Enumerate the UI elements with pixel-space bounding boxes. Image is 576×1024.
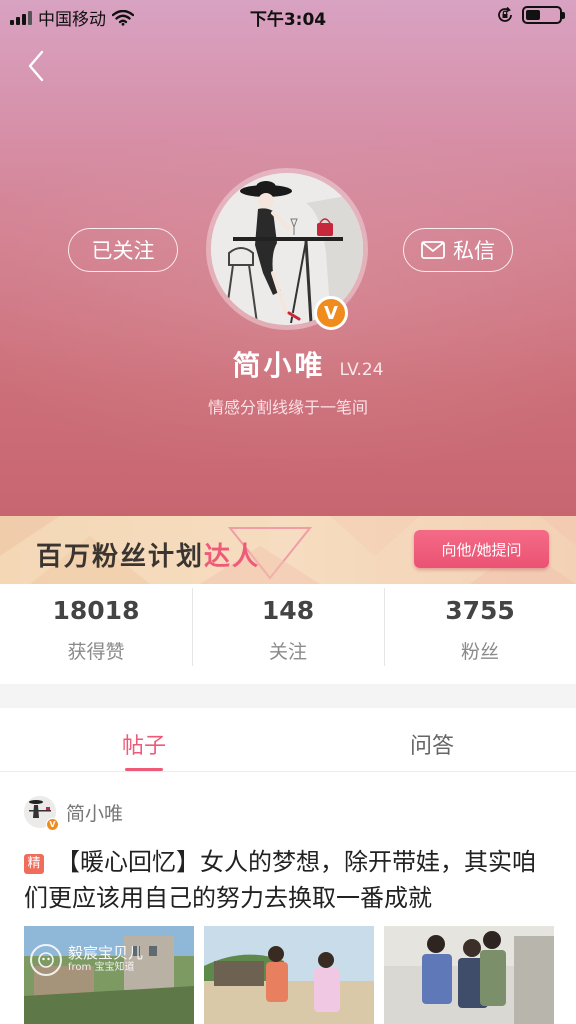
tab-posts[interactable]: 帖子 xyxy=(0,708,288,771)
status-time: 下午3:04 xyxy=(249,10,327,30)
lock-rotation-icon xyxy=(498,6,512,22)
stat-following[interactable]: 148 关注 xyxy=(192,584,384,684)
stat-value: 18018 xyxy=(52,596,140,625)
post-header: V 简小唯 xyxy=(24,796,123,831)
stat-label: 关注 xyxy=(268,641,307,663)
stat-value: 3755 xyxy=(445,596,515,625)
featured-badge: 精 xyxy=(24,854,44,874)
stats-bar: 18018 获得赞 148 关注 3755 粉丝 xyxy=(0,584,576,684)
verified-icon: V xyxy=(314,296,348,330)
content-tabs: 帖子 问答 xyxy=(0,708,576,772)
stat-label: 获得赞 xyxy=(67,641,125,663)
message-button[interactable]: 私信 xyxy=(403,228,513,272)
verified-icon: V xyxy=(46,818,59,831)
tab-qa[interactable]: 问答 xyxy=(288,708,576,771)
post-image-3[interactable] xyxy=(384,926,554,1024)
stat-label: 粉丝 xyxy=(460,641,499,663)
post-title[interactable]: 精【暖心回忆】女人的梦想，除开带娃，其实咱们更应该用自己的努力去换取一番成就 xyxy=(24,844,554,916)
watermark-source: from 宝宝知道 xyxy=(68,962,135,973)
banner-title: 百万粉丝计划达人 xyxy=(36,536,260,573)
post-image-2[interactable] xyxy=(204,926,374,1024)
banner-title-main: 百万粉丝计划 xyxy=(36,542,205,572)
post-title-text: 【暖心回忆】女人的梦想，除开带娃，其实咱们更应该用自己的努力去换取一番成就 xyxy=(24,848,536,912)
post-author-name[interactable]: 简小唯 xyxy=(66,799,123,826)
stat-likes[interactable]: 18018 获得赞 xyxy=(0,584,192,684)
status-bar: 中国移动 下午3:04 xyxy=(0,0,576,34)
mail-icon xyxy=(421,241,445,259)
username: 简小唯 xyxy=(232,349,326,382)
message-label: 私信 xyxy=(453,239,495,263)
name-row: 简小唯 LV.24 xyxy=(0,344,576,384)
battery-icon xyxy=(522,6,565,24)
watermark-title: 毅宸宝贝儿 xyxy=(68,944,144,962)
stat-value: 148 xyxy=(261,596,315,625)
user-bio: 情感分割线缘于一笔间 xyxy=(207,398,368,417)
back-arrow-icon[interactable] xyxy=(20,44,56,88)
stat-fans[interactable]: 3755 粉丝 xyxy=(384,584,576,684)
watermark-logo-icon xyxy=(30,944,62,976)
follow-button[interactable]: 已关注 xyxy=(68,228,178,272)
user-level: LV.24 xyxy=(339,360,384,380)
banner-title-highlight: 达人 xyxy=(204,542,261,572)
ask-question-button[interactable]: 向他/她提问 xyxy=(414,530,549,568)
profile-header: 中国移动 下午3:04 已关注 私信 V 简小唯 LV.24 情感分割线缘于一笔… xyxy=(0,0,576,516)
follow-label: 已关注 xyxy=(91,239,155,263)
post-card[interactable]: V 简小唯 精【暖心回忆】女人的梦想，除开带娃，其实咱们更应该用自己的努力去换取… xyxy=(0,772,576,1024)
fan-plan-banner[interactable]: 百万粉丝计划达人 向他/她提问 xyxy=(0,516,576,584)
watermark: 毅宸宝贝儿 from 宝宝知道 xyxy=(30,944,143,976)
post-author-avatar[interactable]: V xyxy=(24,796,59,831)
